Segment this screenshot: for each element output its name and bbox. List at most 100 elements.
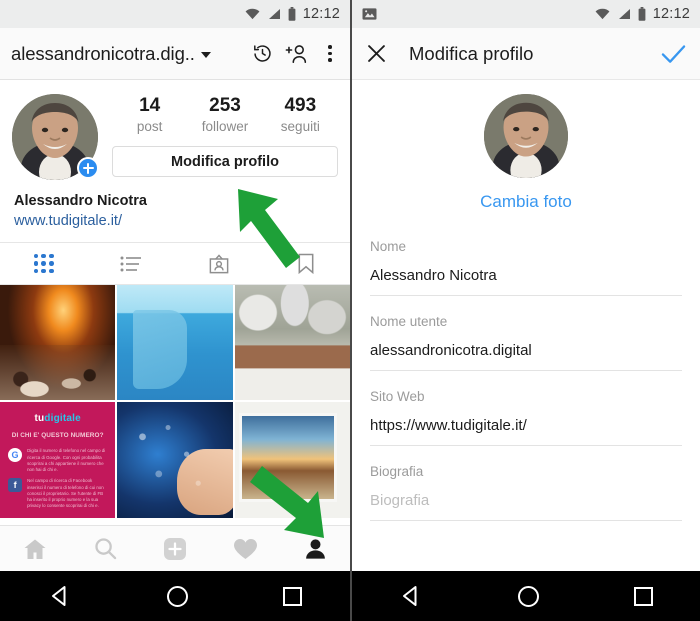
nome-input[interactable]: Alessandro Nicotra [370, 256, 682, 296]
close-x-icon[interactable] [366, 43, 387, 64]
search-icon [94, 538, 116, 560]
field-label: Biografia [370, 464, 424, 479]
wifi-icon [595, 8, 610, 20]
add-story-badge-icon[interactable] [77, 157, 99, 179]
grid-item[interactable] [0, 285, 116, 401]
home-nav[interactable] [0, 538, 70, 560]
person-card-icon [209, 253, 229, 273]
profile-stats: 14 post 253 follower 493 seguiti [112, 94, 338, 136]
system-navigation-right [352, 571, 700, 621]
more-vertical-icon[interactable] [321, 44, 339, 64]
system-back-button[interactable] [399, 584, 423, 608]
tagged-tab[interactable] [175, 253, 263, 274]
bottom-navigation-left [0, 525, 350, 571]
stat-label: post [136, 119, 163, 134]
card-logo: tudigitale [34, 412, 81, 424]
avatar-container[interactable] [12, 94, 99, 180]
grid-item[interactable] [117, 402, 233, 518]
field-label: Sito Web [370, 389, 425, 404]
field-biografia: Biografia Biografia [370, 463, 682, 521]
status-bar-clock: 12:12 [652, 6, 690, 22]
home-icon [24, 539, 46, 559]
system-home-button[interactable] [166, 585, 188, 607]
app-bar-right: Modifica profilo [352, 28, 700, 80]
status-bar-right: 12:12 [352, 0, 700, 28]
grid-item[interactable] [234, 285, 350, 401]
grid-tab[interactable] [0, 253, 88, 274]
change-photo-button[interactable]: Cambia foto [352, 192, 700, 212]
edit-profile-button[interactable]: Modifica profilo [112, 146, 338, 177]
nome-utente-input[interactable]: alessandronicotra.digital [370, 331, 682, 371]
phone-screen-profile: 12:12 alessandronicotra.dig.. 14 post 25… [0, 0, 350, 621]
system-home-button[interactable] [517, 585, 539, 607]
field-nome-utente: Nome utente alessandronicotra.digital [370, 313, 682, 371]
battery-icon [638, 7, 646, 21]
two-phone-screenshot: 12:12 alessandronicotra.dig.. 14 post 25… [0, 0, 700, 621]
stat-value: 253 [209, 95, 241, 116]
activity-nav[interactable] [210, 538, 280, 560]
facebook-badge-icon: f [8, 478, 23, 493]
stat-posts[interactable]: 14 post [112, 94, 187, 136]
profile-name: Alessandro Nicotra [14, 193, 147, 209]
photo-grid: tudigitale DI CHI E' QUESTO NUMERO? G Di… [0, 285, 350, 518]
stat-following[interactable]: 493 seguiti [263, 94, 338, 136]
grid-icon [33, 253, 54, 274]
history-clock-icon[interactable] [252, 43, 273, 64]
list-tab[interactable] [88, 255, 176, 273]
biografia-input[interactable]: Biografia [370, 481, 682, 521]
edit-profile-form: Nome Alessandro Nicotra Nome utente ales… [352, 212, 700, 521]
stat-label: seguiti [280, 119, 320, 134]
chevron-down-icon[interactable] [200, 52, 211, 58]
checkmark-icon[interactable] [661, 43, 686, 65]
battery-icon [288, 7, 296, 21]
app-bar-left: alessandronicotra.dig.. [0, 28, 350, 80]
stat-value: 14 [139, 95, 161, 116]
person-icon [305, 538, 325, 559]
sito-web-input[interactable]: https://www.tudigitale.it/ [370, 406, 682, 446]
saved-tab[interactable] [263, 253, 351, 274]
signal-icon [618, 9, 630, 19]
profile-nav[interactable] [280, 538, 350, 560]
plus-square-icon [164, 537, 186, 560]
profile-bio: Alessandro Nicotra www.tudigitale.it/ [0, 180, 350, 242]
card-row-text: Digita il numero di telefono nel campo d… [27, 448, 106, 473]
grid-item[interactable]: tudigitale DI CHI E' QUESTO NUMERO? G Di… [0, 402, 116, 518]
card-row: f Nel campo di ricerca di Facebook inser… [8, 478, 108, 509]
add-person-icon[interactable] [285, 43, 309, 64]
card-row-text: Nel campo di ricerca di Facebook inseris… [27, 478, 104, 509]
profile-tab-strip [0, 242, 350, 285]
stat-followers[interactable]: 253 follower [187, 94, 262, 136]
status-bar-clock: 12:12 [302, 6, 340, 22]
system-navigation-left [0, 571, 350, 621]
stat-label: follower [201, 119, 249, 134]
google-badge-icon: G [8, 448, 23, 463]
edit-profile-title: Modifica profilo [409, 42, 534, 64]
field-sito-web: Sito Web https://www.tudigitale.it/ [370, 388, 682, 446]
card-question: DI CHI E' QUESTO NUMERO? [11, 432, 104, 440]
field-nome: Nome Alessandro Nicotra [370, 238, 682, 296]
profile-photo-section: Cambia foto [352, 80, 700, 212]
status-bar-left: 12:12 [0, 0, 350, 28]
avatar[interactable] [484, 94, 568, 178]
field-label: Nome utente [370, 314, 448, 329]
heart-icon [233, 538, 257, 559]
signal-icon [268, 9, 280, 19]
add-nav[interactable] [140, 537, 210, 561]
search-nav[interactable] [70, 537, 140, 560]
card-row: G Digita il numero di telefono nel campo… [8, 448, 108, 473]
profile-website-link[interactable]: www.tudigitale.it/ [14, 213, 122, 229]
bookmark-icon [298, 253, 314, 274]
list-icon [120, 256, 142, 271]
system-recents-button[interactable] [283, 586, 303, 606]
grid-item[interactable] [234, 402, 350, 518]
grid-item[interactable] [117, 285, 233, 401]
wifi-icon [245, 8, 260, 20]
field-label: Nome [370, 239, 407, 254]
profile-header: 14 post 253 follower 493 seguiti Modific… [0, 80, 350, 180]
stat-value: 493 [284, 95, 317, 116]
system-recents-button[interactable] [633, 586, 653, 606]
phone-screen-edit-profile: 12:12 Modifica profilo Cambia foto Nome … [350, 0, 700, 621]
screenshot-image-icon [362, 8, 377, 20]
system-back-button[interactable] [48, 584, 72, 608]
page-title: alessandronicotra.dig.. [11, 42, 195, 64]
